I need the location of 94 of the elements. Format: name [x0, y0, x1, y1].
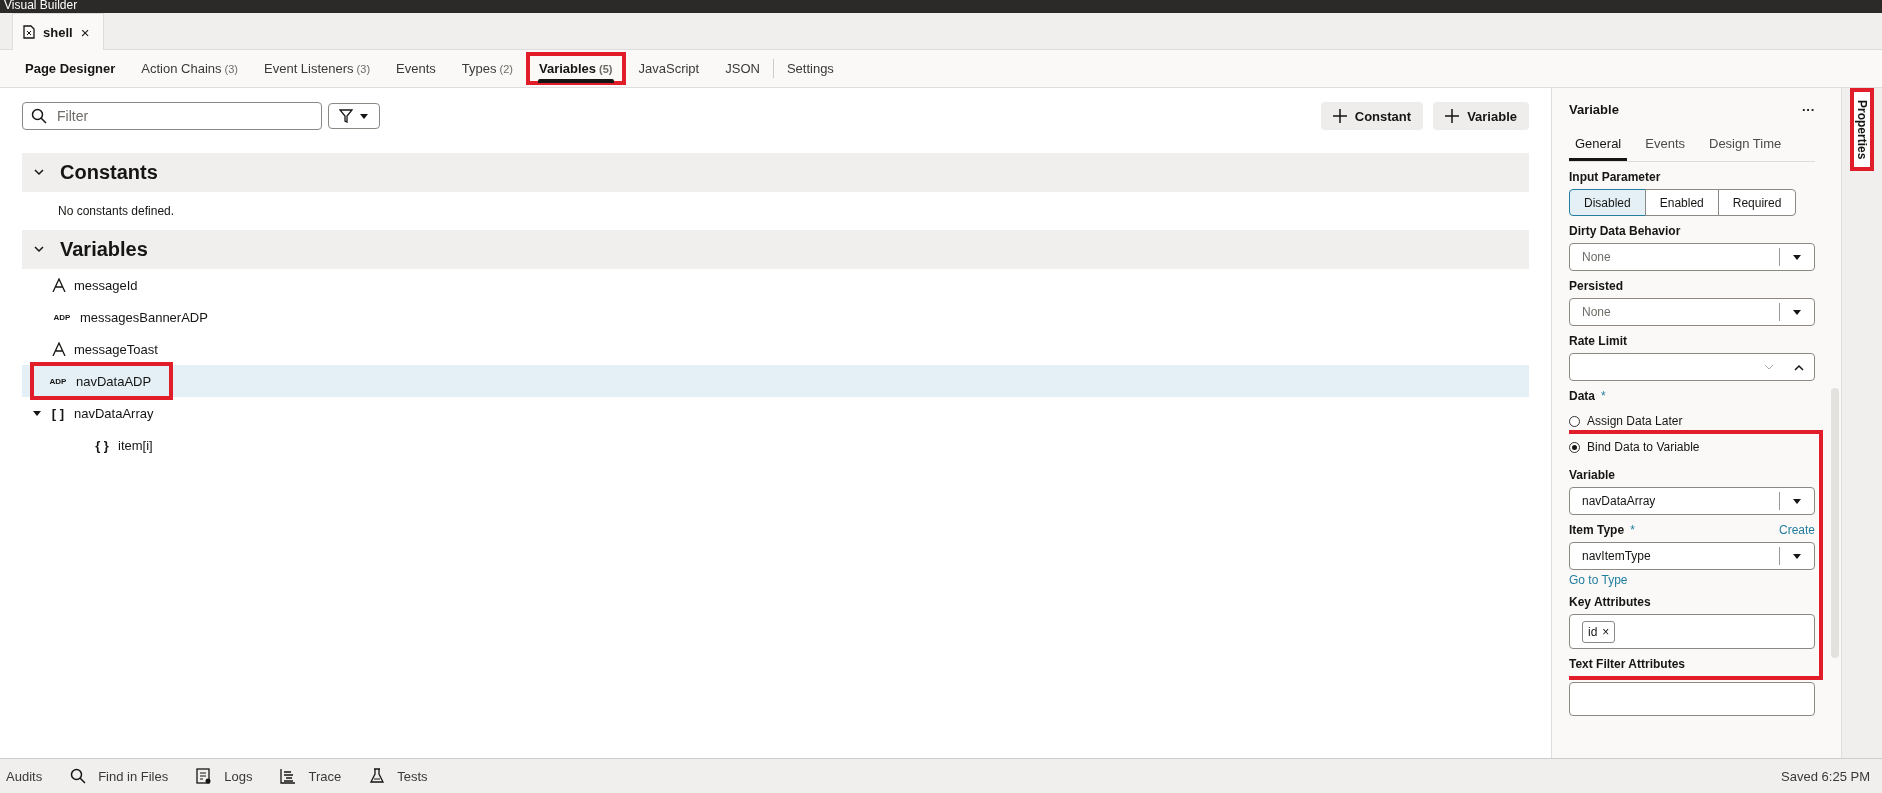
- radio-label: Assign Data Later: [1587, 414, 1683, 428]
- editor-tab[interactable]: Events: [383, 50, 449, 87]
- type-icon: ADP: [52, 312, 72, 322]
- plus-icon: [1445, 109, 1460, 123]
- field-label: Variable: [1569, 468, 1616, 482]
- field-label: Dirty Data Behavior: [1569, 224, 1681, 238]
- radio-option[interactable]: Assign Data Later: [1569, 408, 1815, 434]
- segment-button[interactable]: Disabled: [1569, 189, 1646, 216]
- flask-icon: [369, 768, 386, 784]
- field-label: Rate Limit: [1569, 334, 1627, 348]
- select-field[interactable]: navDataArray: [1569, 487, 1815, 515]
- variable-item[interactable]: [ ] navDataArray: [52, 398, 164, 428]
- field-label: Key Attributes: [1569, 595, 1651, 609]
- type-icon: { }: [94, 437, 110, 453]
- type-icon: [ ]: [50, 405, 66, 421]
- save-status: Saved 6:25 PM: [1781, 768, 1870, 784]
- search-icon: [31, 108, 47, 124]
- string-type-icon: [52, 342, 66, 356]
- variable-item[interactable]: messageId: [52, 270, 148, 300]
- close-icon[interactable]: ×: [80, 23, 90, 41]
- empty-message: No constants defined.: [57, 203, 176, 220]
- panel-tab[interactable]: Events: [1639, 126, 1691, 161]
- chip-field[interactable]: id ×: [1569, 614, 1815, 649]
- panel-title: Variable: [1569, 101, 1619, 117]
- add-button[interactable]: Constant: [1320, 102, 1424, 130]
- editor-tab[interactable]: Event Listeners (3): [251, 50, 384, 87]
- caret-icon: [1792, 497, 1802, 505]
- variable-item[interactable]: ADP navDataADP: [34, 366, 170, 396]
- radio-icon[interactable]: [1569, 415, 1580, 427]
- required-mark: *: [1630, 523, 1635, 537]
- variable-item[interactable]: ADP messagesBannerADP: [52, 302, 218, 332]
- caret-icon: [359, 112, 369, 120]
- editor-tab[interactable]: JavaScript: [625, 50, 713, 87]
- filter-field[interactable]: Filter: [22, 102, 322, 130]
- panel-tab[interactable]: Design Time: [1703, 126, 1788, 161]
- variable-item[interactable]: { } item[i]: [94, 430, 163, 460]
- string-type-icon: [52, 278, 66, 292]
- panel-tab[interactable]: General: [1569, 126, 1628, 161]
- required-mark: *: [1601, 389, 1606, 403]
- plus-icon: [1332, 109, 1347, 123]
- filter-button[interactable]: [328, 103, 380, 129]
- editor-tab[interactable]: Settings: [773, 50, 847, 87]
- caret-icon: [1792, 308, 1802, 316]
- more-button[interactable]: ···: [1802, 101, 1815, 117]
- field-label: Data *: [1569, 389, 1606, 403]
- input-field[interactable]: [1569, 682, 1815, 716]
- editor-tab[interactable]: Action Chains (3): [128, 50, 251, 87]
- status-item[interactable]: Audits: [6, 768, 43, 784]
- section-header[interactable]: Constants: [22, 153, 1529, 192]
- scrollbar[interactable]: [1831, 388, 1839, 658]
- app-title: Visual Builder: [4, 1, 78, 12]
- search-icon: [70, 768, 87, 784]
- editor-tab[interactable]: Types (2): [448, 50, 526, 87]
- field-label: Input Parameter: [1569, 170, 1661, 184]
- field-label: Item Type *: [1569, 523, 1635, 537]
- properties-tab[interactable]: Properties: [1850, 88, 1874, 172]
- type-icon: ADP: [48, 376, 68, 386]
- select-field[interactable]: navItemType: [1569, 542, 1815, 570]
- select-field[interactable]: None: [1569, 298, 1815, 326]
- file-icon: [23, 25, 35, 39]
- add-button[interactable]: Variable: [1433, 102, 1529, 130]
- editor-tab[interactable]: Page Designer: [12, 50, 129, 87]
- status-item[interactable]: Find in Files: [70, 768, 169, 784]
- field-label: Text Filter Attributes: [1569, 657, 1685, 671]
- field-label: Persisted: [1569, 279, 1624, 293]
- remove-icon[interactable]: ×: [1602, 624, 1610, 639]
- radio-option[interactable]: Bind Data to Variable: [1569, 434, 1815, 460]
- status-item[interactable]: Logs: [196, 768, 253, 784]
- chevron-down-icon: [34, 246, 44, 253]
- editor-tab[interactable]: JSON: [712, 50, 773, 87]
- radio-label: Bind Data to Variable: [1587, 440, 1700, 454]
- chevron-down-icon: [34, 169, 44, 176]
- funnel-icon: [339, 109, 353, 123]
- go-to-type-link[interactable]: Go to Type: [1569, 573, 1628, 587]
- list-chart-icon: [280, 768, 297, 784]
- editor-tab[interactable]: Variables (5): [525, 52, 626, 85]
- caret-icon: [1792, 253, 1802, 261]
- segment-button[interactable]: Enabled: [1644, 189, 1719, 216]
- chip[interactable]: id ×: [1582, 620, 1616, 643]
- select-field[interactable]: [1569, 353, 1815, 381]
- section-header[interactable]: Variables: [22, 230, 1529, 269]
- variable-item[interactable]: messageToast: [52, 334, 168, 364]
- create-link[interactable]: Create: [1778, 523, 1815, 537]
- file-tab[interactable]: shell ×: [12, 13, 105, 50]
- chevron-down-icon: [1764, 363, 1774, 371]
- radio-icon[interactable]: [1569, 441, 1580, 453]
- status-item[interactable]: Tests: [369, 768, 428, 784]
- log-icon: [196, 768, 213, 784]
- segment-button[interactable]: Required: [1717, 189, 1797, 216]
- tab-label: shell: [43, 24, 73, 40]
- select-field[interactable]: None: [1569, 243, 1815, 271]
- chip-label: id: [1588, 624, 1598, 639]
- status-item[interactable]: Trace: [280, 768, 342, 784]
- caret-icon: [1792, 552, 1802, 560]
